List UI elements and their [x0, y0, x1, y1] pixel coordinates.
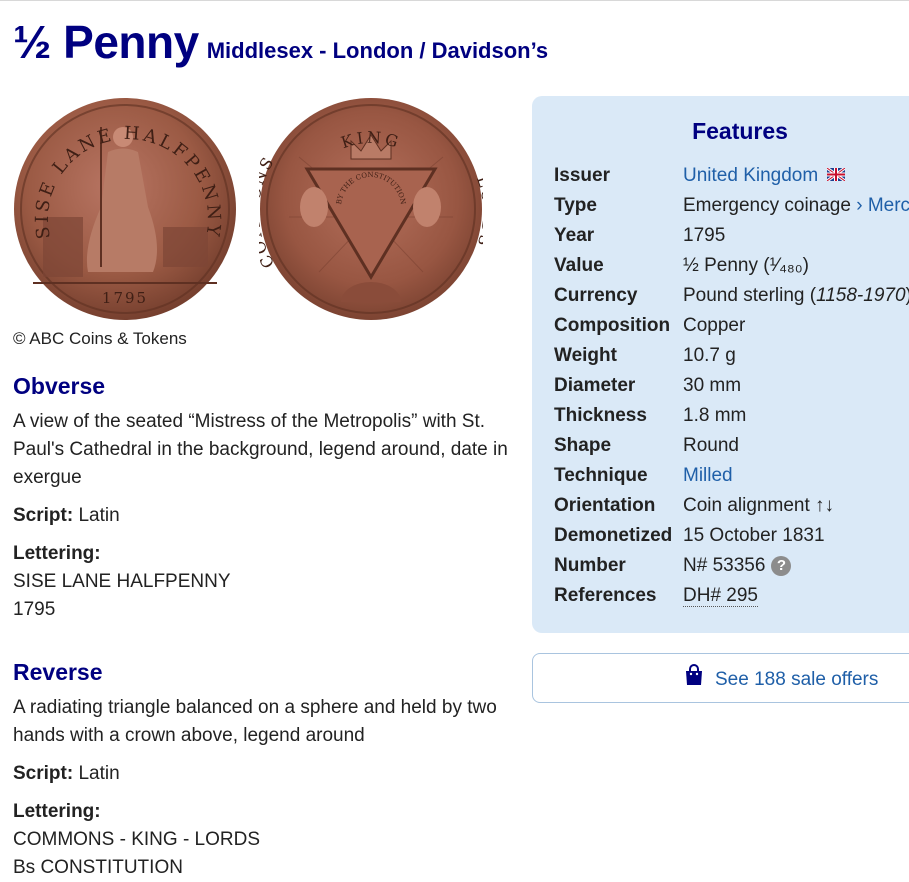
- feature-row-diameter: Diameter 30 mm: [554, 371, 909, 401]
- feature-label: Demonetized: [554, 525, 673, 546]
- type-category-link[interactable]: Merch: [868, 195, 909, 216]
- feature-row-number: Number N# 53356?: [554, 551, 909, 581]
- number-value: N# 53356: [683, 555, 766, 576]
- feature-row-currency: Currency Pound sterling (1158-1970): [554, 281, 909, 311]
- obverse-script: Script: Latin: [13, 502, 513, 530]
- feature-label: Shape: [554, 435, 612, 456]
- page-title: ½ Penny: [13, 16, 199, 68]
- feature-label: Year: [554, 225, 595, 246]
- reverse-lettering-line: Bs CONSTITUTION: [13, 857, 183, 878]
- image-copyright: © ABC Coins & Tokens: [13, 329, 187, 348]
- obverse-lettering-line: 1795: [13, 599, 56, 620]
- feature-label: Thickness: [554, 405, 647, 426]
- feature-label: References: [554, 585, 657, 606]
- value-value: ½ Penny (¹⁄₄₈₀): [683, 255, 809, 276]
- obverse-script-value: Latin: [78, 505, 120, 526]
- obverse-lettering: Lettering: SISE LANE HALFPENNY 1795: [13, 540, 513, 624]
- feature-row-issuer: Issuer United Kingdom: [554, 161, 909, 191]
- technique-link[interactable]: Milled: [683, 465, 733, 486]
- references-value[interactable]: DH# 295: [683, 585, 758, 607]
- type-separator: ›: [850, 195, 868, 216]
- feature-row-thickness: Thickness 1.8 mm: [554, 401, 909, 431]
- feature-row-value: Value ½ Penny (¹⁄₄₈₀): [554, 251, 909, 281]
- demonetized-value: 15 October 1831: [683, 525, 825, 546]
- reverse-section: Reverse A radiating triangle balanced on…: [13, 659, 513, 882]
- feature-row-weight: Weight 10.7 g: [554, 341, 909, 371]
- obverse-section: Obverse A view of the seated “Mistress o…: [13, 373, 513, 624]
- orientation-value: Coin alignment ↑↓: [683, 495, 835, 516]
- feature-row-references: References DH# 295: [554, 581, 909, 611]
- currency-period: 1158-1970: [816, 285, 906, 306]
- reverse-lettering-label: Lettering:: [13, 801, 101, 822]
- obverse-description: A view of the seated “Mistress of the Me…: [13, 411, 508, 488]
- shopping-bag-icon: [685, 664, 703, 692]
- features-panel: Features Issuer United Kingdom Type Emerge…: [532, 96, 909, 633]
- features-table: Issuer United Kingdom Type Emergency coina…: [554, 161, 909, 611]
- type-value: Emergency coinage: [683, 195, 851, 216]
- currency-paren-open: (: [804, 285, 817, 306]
- reverse-heading: Reverse: [13, 659, 103, 685]
- page-title-row: ½ Penny Middlesex - London / Davidson’s: [13, 15, 548, 69]
- page-subtitle: Middlesex - London / Davidson’s: [206, 38, 549, 63]
- reverse-script-value: Latin: [78, 763, 120, 784]
- obverse-image[interactable]: SISE LANE HALFPENNY 1795: [13, 97, 237, 321]
- feature-row-demonetized: Demonetized 15 October 1831: [554, 521, 909, 551]
- obverse-lettering-line: SISE LANE HALFPENNY: [13, 571, 231, 592]
- feature-label: Currency: [554, 285, 638, 306]
- thickness-value: 1.8 mm: [683, 405, 747, 426]
- feature-label: Issuer: [554, 165, 610, 187]
- diameter-value: 30 mm: [683, 375, 742, 396]
- feature-row-shape: Shape Round: [554, 431, 909, 461]
- feature-label: Orientation: [554, 495, 656, 516]
- reverse-description: A radiating triangle balanced on a spher…: [13, 697, 497, 746]
- year-value: 1795: [683, 225, 726, 246]
- reverse-script-label: Script:: [13, 763, 74, 784]
- shape-value: Round: [683, 435, 739, 456]
- feature-label: Composition: [554, 315, 671, 336]
- feature-row-technique: Technique Milled: [554, 461, 909, 491]
- feature-row-type: Type Emergency coinage › Merch: [554, 191, 909, 221]
- weight-value: 10.7 g: [683, 345, 736, 366]
- feature-label: Technique: [554, 465, 648, 486]
- reverse-lettering-line: COMMONS - KING - LORDS: [13, 829, 261, 850]
- feature-row-orientation: Orientation Coin alignment ↑↓: [554, 491, 909, 521]
- currency-paren-close: ): [906, 285, 909, 306]
- reverse-image[interactable]: KING COMMONS LORDS BY THE CONSTITUTION: [259, 97, 483, 321]
- composition-value: Copper: [683, 315, 746, 336]
- obverse-date: 1795: [102, 289, 148, 307]
- feature-label: Value: [554, 255, 604, 276]
- obverse-lettering-label: Lettering:: [13, 543, 101, 564]
- feature-row-year: Year 1795: [554, 221, 909, 251]
- features-heading: Features: [692, 118, 788, 144]
- reverse-script: Script: Latin: [13, 760, 513, 788]
- currency-value: Pound sterling: [683, 285, 805, 306]
- feature-label: Diameter: [554, 375, 636, 396]
- uk-flag-icon: [826, 161, 847, 191]
- feature-label: Weight: [554, 345, 617, 366]
- feature-label: Type: [554, 195, 597, 216]
- reverse-lettering: Lettering: COMMONS - KING - LORDS Bs CON…: [13, 798, 513, 882]
- feature-row-composition: Composition Copper: [554, 311, 909, 341]
- obverse-script-label: Script:: [13, 505, 74, 526]
- obverse-heading: Obverse: [13, 373, 106, 399]
- issuer-link[interactable]: United Kingdom: [683, 165, 818, 186]
- help-icon[interactable]: ?: [771, 555, 792, 576]
- sale-offers-button[interactable]: See 188 sale offers: [532, 653, 909, 703]
- sale-offers-label[interactable]: See 188 sale offers: [715, 669, 878, 690]
- feature-label: Number: [554, 555, 626, 576]
